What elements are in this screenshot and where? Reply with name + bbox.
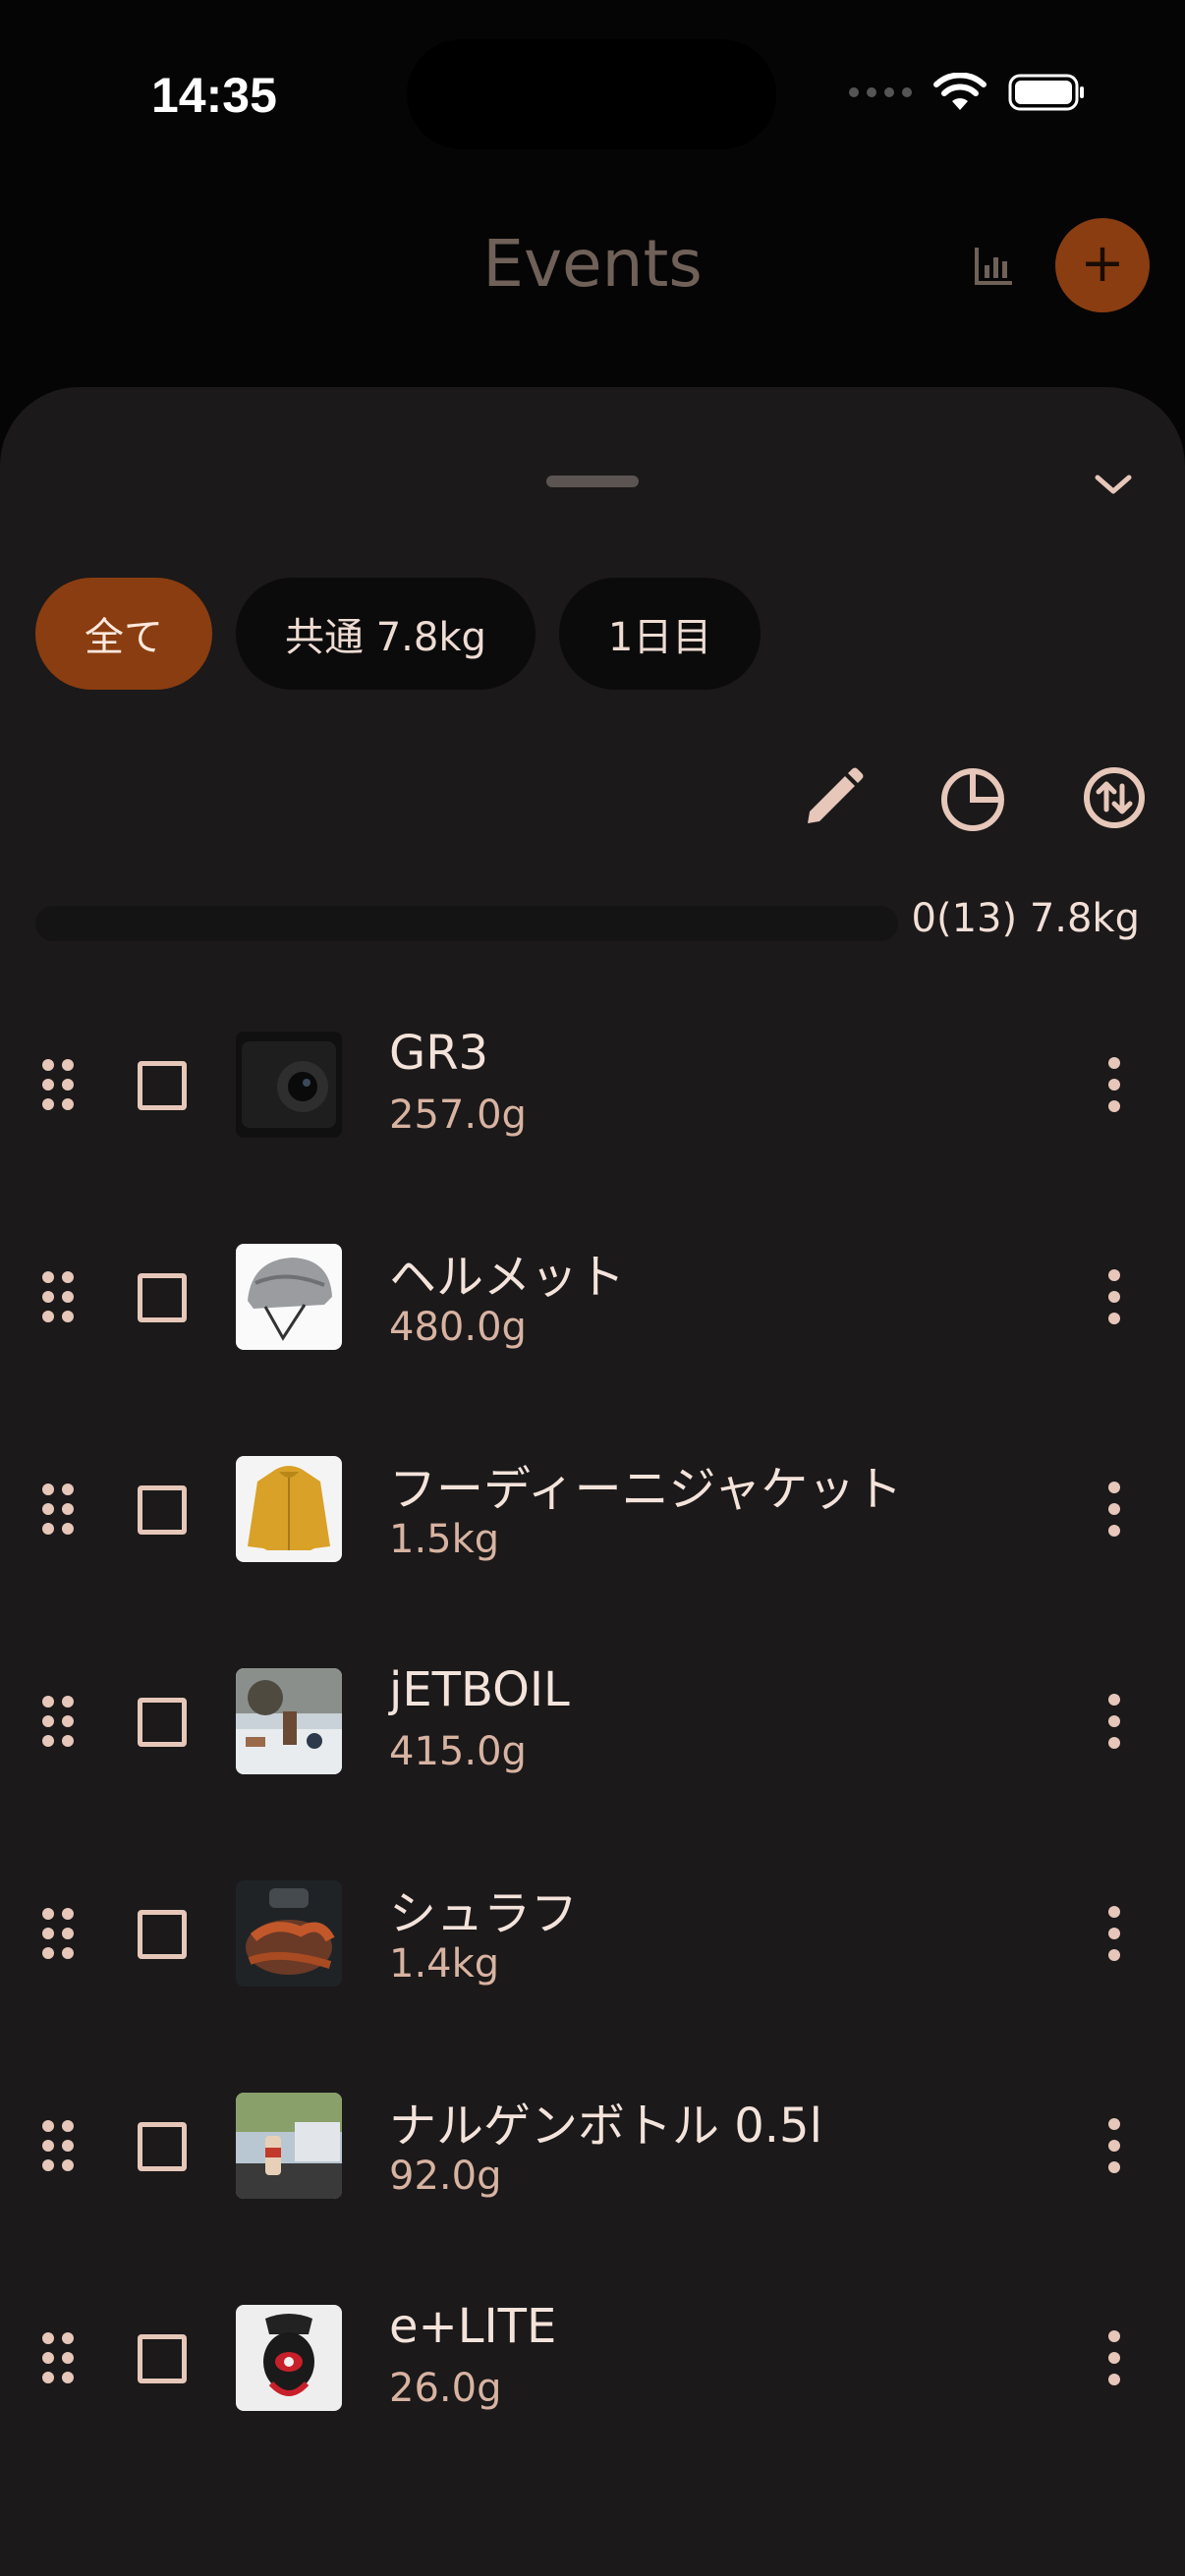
item-name: ナルゲンボトル 0.5l bbox=[389, 2099, 822, 2154]
item-checkbox[interactable] bbox=[138, 1061, 187, 1110]
status-icons bbox=[849, 73, 1087, 112]
more-vertical-icon[interactable] bbox=[1100, 2116, 1128, 2175]
more-vertical-icon[interactable] bbox=[1100, 1055, 1128, 1114]
cellular-dots-icon bbox=[849, 87, 912, 97]
item-weight: 1.5kg bbox=[389, 1517, 500, 1562]
item-weight: 26.0g bbox=[389, 2366, 502, 2411]
bottle-scene-thumbnail bbox=[236, 2093, 342, 2199]
drag-handle-icon[interactable] bbox=[39, 1057, 77, 1112]
filter-chip-all[interactable]: 全て bbox=[35, 578, 212, 690]
filter-chip-day1[interactable]: 1日目 bbox=[558, 578, 762, 690]
item-weight: 92.0g bbox=[389, 2154, 502, 2199]
headlamp-thumbnail bbox=[236, 2305, 342, 2411]
item-name: シュラフ bbox=[389, 1886, 579, 1941]
chevron-down-icon[interactable] bbox=[1091, 462, 1136, 507]
item-checkbox[interactable] bbox=[138, 1273, 187, 1322]
list-item[interactable]: シュラフ 1.4kg bbox=[0, 1835, 1185, 2047]
item-weight: 480.0g bbox=[389, 1305, 527, 1350]
drag-handle-icon[interactable] bbox=[39, 1482, 77, 1537]
item-name: e+LITE bbox=[389, 2299, 557, 2354]
filter-chip-common[interactable]: 共通 7.8kg bbox=[236, 578, 536, 690]
drag-handle-icon[interactable] bbox=[39, 1694, 77, 1749]
jacket-thumbnail bbox=[236, 1456, 342, 1562]
item-checkbox[interactable] bbox=[138, 2334, 187, 2383]
item-name: フーディーニジャケット bbox=[389, 1462, 903, 1517]
item-weight: 1.4kg bbox=[389, 1941, 500, 1987]
more-vertical-icon[interactable] bbox=[1100, 2328, 1128, 2387]
bar-chart-icon[interactable] bbox=[971, 242, 1018, 289]
add-button[interactable]: + bbox=[1055, 218, 1150, 312]
battery-icon bbox=[1008, 74, 1084, 111]
drag-handle-icon[interactable] bbox=[39, 1906, 77, 1961]
bottom-sheet: 全て 共通 7.8kg 1日目 0(13) 7.8kg GR3 257.0g ヘ… bbox=[0, 387, 1185, 2576]
item-checkbox[interactable] bbox=[138, 1485, 187, 1535]
filter-chips: 全て 共通 7.8kg 1日目 bbox=[35, 578, 762, 690]
item-checkbox[interactable] bbox=[138, 1698, 187, 1747]
wifi-icon bbox=[933, 73, 987, 110]
more-vertical-icon[interactable] bbox=[1100, 1692, 1128, 1751]
drag-handle-icon[interactable] bbox=[39, 2330, 77, 2385]
gear-list: GR3 257.0g ヘルメット 480.0g フーディーニジャケット 1.5k… bbox=[0, 986, 1185, 2472]
item-name: ヘルメット bbox=[389, 1250, 626, 1305]
sort-icon[interactable] bbox=[1079, 762, 1150, 833]
sheet-drag-handle[interactable] bbox=[546, 476, 639, 487]
list-item[interactable]: ヘルメット 480.0g bbox=[0, 1199, 1185, 1411]
helmet-thumbnail bbox=[236, 1244, 342, 1350]
item-name: jETBOIL bbox=[389, 1662, 570, 1717]
pie-chart-icon[interactable] bbox=[937, 762, 1008, 833]
screen: 14:35 Events + 全て 共通 7.8kg 1日目 0(13) 7.8… bbox=[0, 0, 1185, 2576]
list-item[interactable]: jETBOIL 415.0g bbox=[0, 1623, 1185, 1835]
list-item[interactable]: e+LITE 26.0g bbox=[0, 2260, 1185, 2472]
stove-scene-thumbnail bbox=[236, 1668, 342, 1774]
status-time: 14:35 bbox=[151, 68, 277, 123]
item-name: GR3 bbox=[389, 1026, 489, 1081]
item-checkbox[interactable] bbox=[138, 1910, 187, 1959]
list-item[interactable]: GR3 257.0g bbox=[0, 986, 1185, 1199]
drag-handle-icon[interactable] bbox=[39, 2118, 77, 2173]
pencil-icon[interactable] bbox=[798, 762, 869, 833]
list-item[interactable]: フーディーニジャケット 1.5kg bbox=[0, 1411, 1185, 1623]
plus-icon: + bbox=[1080, 232, 1125, 294]
item-checkbox[interactable] bbox=[138, 2122, 187, 2171]
item-weight: 415.0g bbox=[389, 1729, 527, 1774]
list-item[interactable]: ナルゲンボトル 0.5l 92.0g bbox=[0, 2047, 1185, 2260]
more-vertical-icon[interactable] bbox=[1100, 1904, 1128, 1963]
more-vertical-icon[interactable] bbox=[1100, 1267, 1128, 1326]
item-weight: 257.0g bbox=[389, 1092, 527, 1138]
packing-summary: 0(13) 7.8kg bbox=[911, 896, 1140, 941]
dynamic-island bbox=[407, 39, 776, 149]
drag-handle-icon[interactable] bbox=[39, 1269, 77, 1324]
sleeping-bag-thumbnail bbox=[236, 1880, 342, 1987]
camera-thumbnail bbox=[236, 1032, 342, 1138]
more-vertical-icon[interactable] bbox=[1100, 1480, 1128, 1539]
packing-progress-bar bbox=[35, 906, 898, 941]
